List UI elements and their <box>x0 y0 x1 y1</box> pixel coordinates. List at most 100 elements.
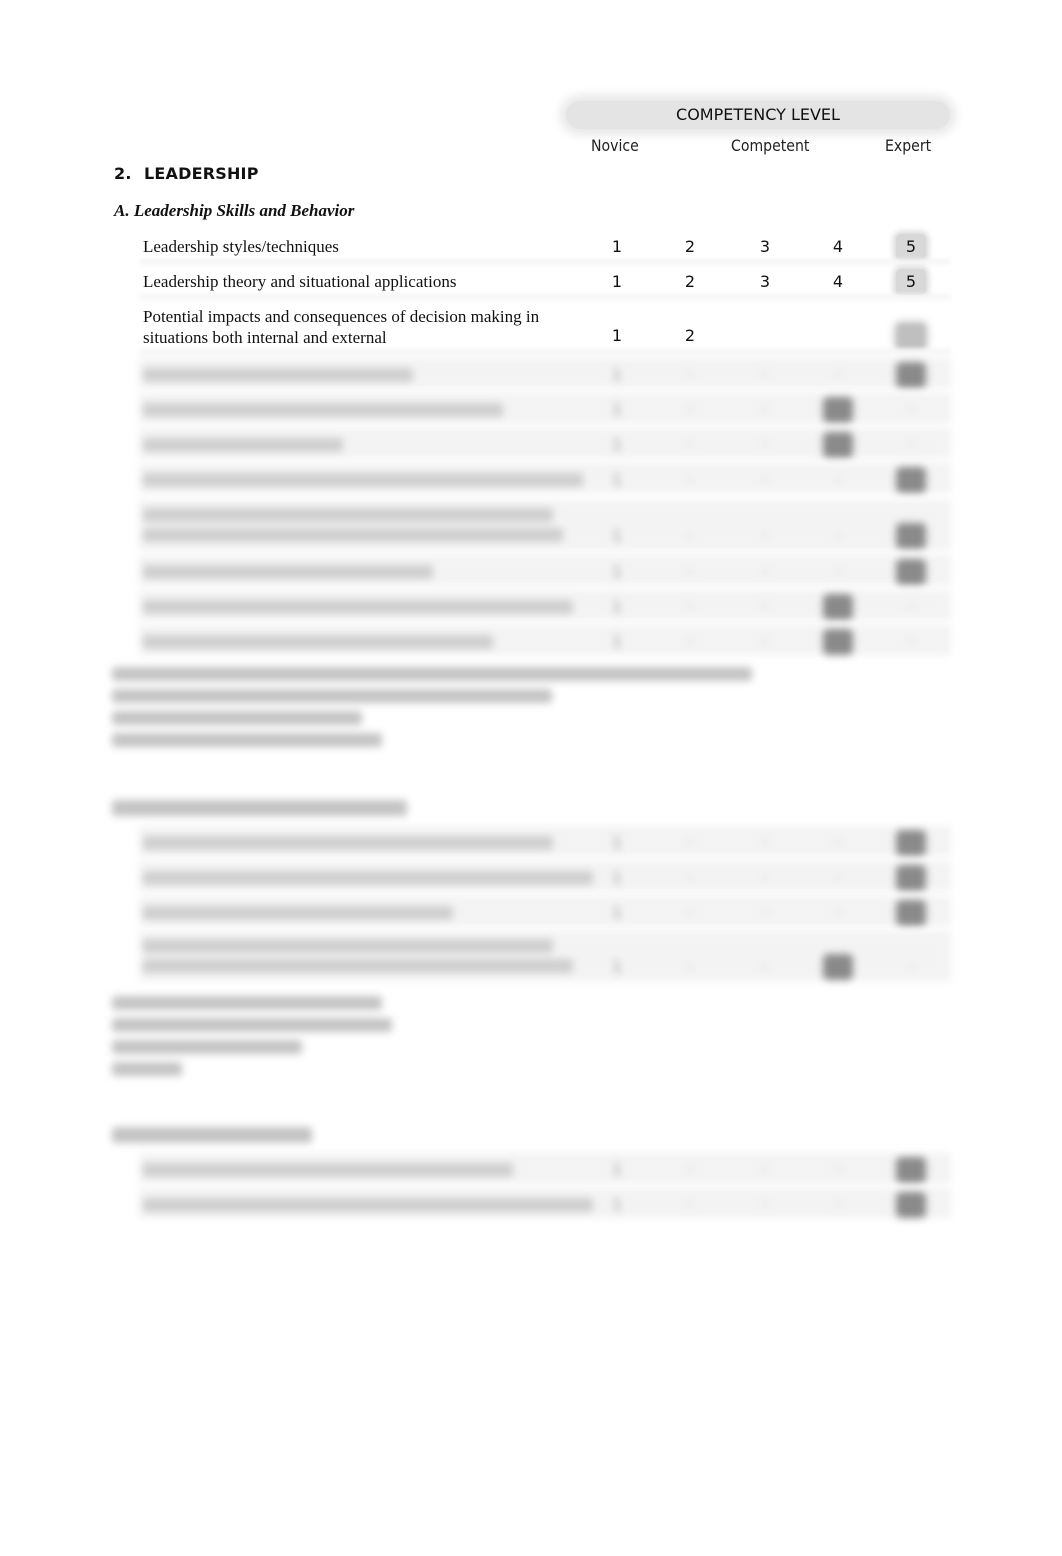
rating-cell[interactable]: 1 <box>602 900 632 926</box>
rating-cell[interactable]: 3 <box>750 269 780 295</box>
rating-cell[interactable]: 1 <box>602 559 632 585</box>
rating-cell-selected[interactable]: · <box>896 1192 926 1218</box>
rating-cell[interactable]: 4 <box>823 234 853 260</box>
rating-cell-selected[interactable]: · <box>896 865 926 891</box>
rating-cell[interactable]: · <box>750 397 780 423</box>
rating-cell[interactable]: · <box>675 1192 705 1218</box>
rating-cell[interactable]: 1 <box>602 1157 632 1183</box>
rating-cell[interactable]: · <box>823 1157 853 1183</box>
rating-cell[interactable]: · <box>675 865 705 891</box>
rating-cell[interactable]: · <box>675 432 705 458</box>
rating-cell[interactable]: 1 <box>602 594 632 620</box>
rating-cell[interactable]: · <box>750 629 780 655</box>
rating-cell-selected[interactable]: · <box>823 594 853 620</box>
rating-cell-selected[interactable] <box>896 323 926 349</box>
rating-cell[interactable]: 1 <box>602 523 632 549</box>
rating-cell[interactable]: · <box>750 1157 780 1183</box>
rating-cell[interactable]: · <box>750 467 780 493</box>
rating-cell-selected[interactable]: · <box>896 830 926 856</box>
item-label <box>143 508 553 522</box>
rating-cell-selected[interactable]: 5 <box>896 234 926 260</box>
rating-cell-selected[interactable]: · <box>823 629 853 655</box>
rating-cell[interactable]: · <box>675 1157 705 1183</box>
rating-cell[interactable]: · <box>823 362 853 388</box>
notes-line <box>112 711 362 725</box>
item-label <box>143 906 453 920</box>
rating-cell[interactable]: 2 <box>675 269 705 295</box>
rating-cell[interactable]: · <box>750 559 780 585</box>
item-label <box>143 939 553 953</box>
rating-cell[interactable]: · <box>896 594 926 620</box>
rating-cell[interactable]: · <box>750 594 780 620</box>
table-row: Leadership styles/techniques 1 2 3 4 5 <box>139 234 951 267</box>
rating-cell-selected[interactable]: · <box>896 900 926 926</box>
rating-cell[interactable]: · <box>675 954 705 980</box>
rating-cell[interactable] <box>750 323 780 349</box>
rating-cell[interactable]: 1 <box>602 629 632 655</box>
rating-cell[interactable]: 1 <box>602 830 632 856</box>
rating-cell[interactable]: · <box>675 523 705 549</box>
rating-cell[interactable]: · <box>750 432 780 458</box>
rating-cell[interactable] <box>823 323 853 349</box>
item-label: Leadership theory and situational applic… <box>143 272 457 291</box>
rating-cell[interactable]: · <box>750 830 780 856</box>
rating-cell[interactable]: 1 <box>602 954 632 980</box>
level-novice-label: Novice <box>591 136 639 155</box>
rating-cell[interactable]: 1 <box>602 362 632 388</box>
rating-cell-selected[interactable]: · <box>823 954 853 980</box>
rating-cell-selected[interactable]: · <box>823 432 853 458</box>
rating-cell-selected[interactable]: · <box>896 467 926 493</box>
rating-cell[interactable]: · <box>823 830 853 856</box>
rating-cell[interactable]: · <box>823 1192 853 1218</box>
rating-cell[interactable]: 1 <box>602 467 632 493</box>
rating-cell[interactable]: 1 <box>602 397 632 423</box>
row-divider <box>139 259 951 267</box>
rating-cell[interactable]: · <box>675 559 705 585</box>
rating-cell[interactable]: 2 <box>675 323 705 349</box>
rating-cell[interactable]: · <box>896 432 926 458</box>
rating-cell-selected[interactable]: · <box>896 362 926 388</box>
rating-cell[interactable]: · <box>675 830 705 856</box>
rating-cell-selected[interactable]: 5 <box>896 269 926 295</box>
rating-cell[interactable]: · <box>896 954 926 980</box>
rating-cell[interactable]: 1 <box>602 269 632 295</box>
rating-cell[interactable]: · <box>750 900 780 926</box>
rating-cell[interactable]: · <box>675 397 705 423</box>
rating-cell[interactable]: 1 <box>602 432 632 458</box>
rating-cell[interactable]: · <box>823 467 853 493</box>
rating-cell[interactable]: 1 <box>602 865 632 891</box>
notes-block-a <box>112 667 752 755</box>
rating-cell[interactable]: 1 <box>602 1192 632 1218</box>
rating-cell[interactable]: · <box>675 594 705 620</box>
subsection-title-b <box>112 800 407 824</box>
table-row: 1 · · · · <box>139 931 951 981</box>
rating-cell-selected[interactable]: · <box>896 559 926 585</box>
rating-cell-selected[interactable]: · <box>896 523 926 549</box>
rating-cell[interactable]: · <box>675 900 705 926</box>
rating-cell-selected[interactable]: · <box>896 1157 926 1183</box>
section-title: 2. LEADERSHIP <box>114 164 259 183</box>
rating-cell[interactable]: · <box>823 865 853 891</box>
rating-cell[interactable]: · <box>750 362 780 388</box>
rating-cell[interactable]: 3 <box>750 234 780 260</box>
rating-cell[interactable]: · <box>896 629 926 655</box>
rating-cell[interactable]: · <box>823 523 853 549</box>
rating-cell[interactable]: · <box>675 629 705 655</box>
rating-cell[interactable]: · <box>896 397 926 423</box>
rating-cell[interactable]: · <box>675 362 705 388</box>
rating-cell[interactable]: · <box>750 865 780 891</box>
competency-level-header: COMPETENCY LEVEL <box>566 101 950 129</box>
rating-cell-selected[interactable]: · <box>823 397 853 423</box>
item-label <box>143 1163 513 1177</box>
rating-cell[interactable]: 1 <box>602 323 632 349</box>
rating-cell[interactable]: 2 <box>675 234 705 260</box>
rating-cell[interactable]: 4 <box>823 269 853 295</box>
rating-cell[interactable]: · <box>750 954 780 980</box>
notes-line <box>112 689 552 703</box>
rating-cell[interactable]: · <box>750 523 780 549</box>
rating-cell[interactable]: · <box>675 467 705 493</box>
rating-cell[interactable]: 1 <box>602 234 632 260</box>
rating-cell[interactable]: · <box>750 1192 780 1218</box>
rating-cell[interactable]: · <box>823 559 853 585</box>
rating-cell[interactable]: · <box>823 900 853 926</box>
